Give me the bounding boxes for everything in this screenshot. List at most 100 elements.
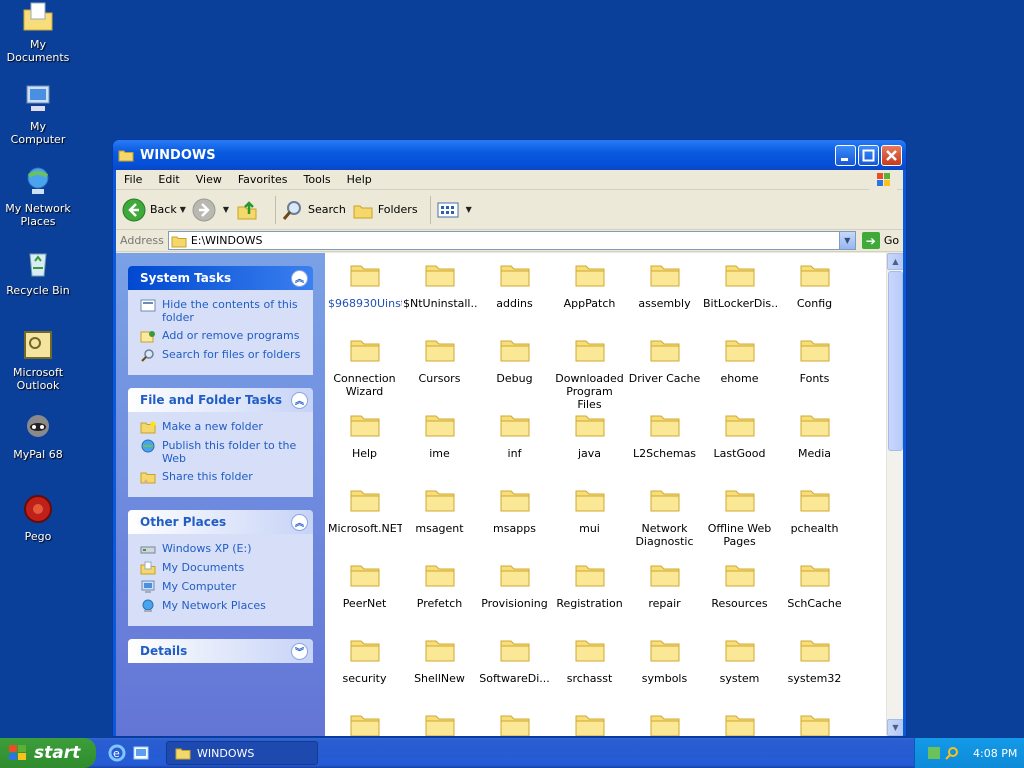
scroll-thumb[interactable] [888,271,903,451]
desktop-icon[interactable]: Recycle Bin [0,246,76,297]
task-link[interactable]: Windows XP (E:) [140,542,305,556]
collapse-icon[interactable]: ︽ [291,391,308,409]
folder-item[interactable] [702,707,777,736]
forward-button[interactable]: ▼ [192,198,229,222]
folder-item[interactable]: Connection Wizard [327,332,402,407]
folder-item[interactable] [327,707,402,736]
desktop-icon[interactable]: MyPal 68 [0,410,76,461]
folder-item[interactable]: ime [402,407,477,482]
menu-file[interactable]: File [116,173,150,186]
folder-item[interactable]: Microsoft.NET [327,482,402,557]
folder-item[interactable] [627,707,702,736]
folder-item[interactable]: AppPatch [552,257,627,332]
collapse-icon[interactable]: ︽ [291,513,308,531]
address-input[interactable]: E:\WINDOWS ▼ [167,231,856,250]
desktop-icon[interactable]: My Computer [0,82,76,146]
vertical-scrollbar[interactable]: ▲ ▼ [886,253,903,736]
details-header[interactable]: Details ︾ [128,639,313,663]
task-link[interactable]: Search for files or folders [140,348,305,362]
folder-item[interactable]: Network Diagnostic [627,482,702,557]
folder-item[interactable]: SoftwareDi... [477,632,552,707]
internet-explorer-icon[interactable]: e [108,744,126,762]
show-desktop-icon[interactable] [132,744,150,762]
folder-item[interactable]: assembly [627,257,702,332]
go-button[interactable]: ➔ Go [861,232,899,249]
maximize-button[interactable] [858,144,879,166]
folder-item[interactable]: BitLockerDis... [702,257,777,332]
folder-item[interactable]: Fonts [777,332,852,407]
desktop-icon[interactable]: Pego [0,492,76,543]
folder-item[interactable]: msapps [477,482,552,557]
folder-item[interactable]: L2Schemas [627,407,702,482]
folder-item[interactable] [552,707,627,736]
folder-item[interactable]: Help [327,407,402,482]
menu-help[interactable]: Help [339,173,380,186]
folder-item[interactable] [402,707,477,736]
folder-item[interactable]: ehome [702,332,777,407]
task-link[interactable]: Make a new folder [140,420,305,434]
system-tasks-header[interactable]: System Tasks ︽ [128,266,313,290]
folder-item[interactable]: msagent [402,482,477,557]
folder-item[interactable]: mui [552,482,627,557]
desktop-icon[interactable]: Microsoft Outlook [0,328,76,392]
desktop-icon[interactable]: My Documents [0,0,76,64]
search-tray-icon[interactable] [945,746,959,760]
task-link[interactable]: My Computer [140,580,305,594]
collapse-icon[interactable]: ︽ [291,269,308,287]
folder-item[interactable]: $968930Uinstall_KB968930$ [327,257,402,332]
menu-favorites[interactable]: Favorites [230,173,296,186]
menu-tools[interactable]: Tools [296,173,339,186]
task-link[interactable]: Publish this folder to the Web [140,439,305,465]
folder-item[interactable]: addins [477,257,552,332]
minimize-button[interactable] [835,144,856,166]
views-button[interactable]: ▼ [437,201,472,219]
folder-item[interactable]: Cursors [402,332,477,407]
search-button[interactable]: Search [282,199,346,221]
scroll-down-button[interactable]: ▼ [887,719,903,736]
address-dropdown-button[interactable]: ▼ [838,232,855,249]
folder-item[interactable]: srchasst [552,632,627,707]
folder-item[interactable]: security [327,632,402,707]
folder-item[interactable]: pchealth [777,482,852,557]
folder-item[interactable]: PeerNet [327,557,402,632]
folder-item[interactable]: Provisioning [477,557,552,632]
folder-item[interactable]: Registration [552,557,627,632]
folder-item[interactable]: Config [777,257,852,332]
folder-item[interactable]: system [702,632,777,707]
folder-item[interactable]: Offline Web Pages [702,482,777,557]
folder-item[interactable]: Downloaded Program Files [552,332,627,411]
folder-item[interactable]: LastGood [702,407,777,482]
title-bar[interactable]: WINDOWS [113,140,906,170]
close-button[interactable] [881,144,902,166]
folder-item[interactable]: java [552,407,627,482]
back-button[interactable]: Back ▼ [122,198,186,222]
desktop-icon[interactable]: My Network Places [0,164,76,228]
folder-item[interactable]: Prefetch [402,557,477,632]
other-places-header[interactable]: Other Places ︽ [128,510,313,534]
scroll-up-button[interactable]: ▲ [887,253,903,270]
folder-item[interactable]: Media [777,407,852,482]
up-folder-button[interactable] [235,198,263,222]
folder-item[interactable]: SchCache [777,557,852,632]
folder-item[interactable]: system32 [777,632,852,707]
folder-item[interactable] [777,707,852,736]
menu-edit[interactable]: Edit [150,173,187,186]
folder-item[interactable]: Resources [702,557,777,632]
task-link[interactable]: My Documents [140,561,305,575]
task-link[interactable]: Share this folder [140,470,305,484]
menu-view[interactable]: View [188,173,230,186]
file-folder-tasks-header[interactable]: File and Folder Tasks ︽ [128,388,313,412]
task-link[interactable]: Add or remove programs [140,329,305,343]
folder-item[interactable]: $NtUninstall... [402,257,477,332]
folders-button[interactable]: Folders [352,200,418,220]
task-link[interactable]: Hide the contents of this folder [140,298,305,324]
folder-item[interactable]: ShellNew [402,632,477,707]
network-tray-icon[interactable] [927,746,941,760]
folder-item[interactable]: inf [477,407,552,482]
task-link[interactable]: My Network Places [140,599,305,613]
folder-item[interactable]: Debug [477,332,552,407]
folder-item[interactable]: symbols [627,632,702,707]
taskbar-item-windows[interactable]: WINDOWS [166,741,318,765]
folder-item[interactable] [477,707,552,736]
expand-icon[interactable]: ︾ [291,642,308,660]
